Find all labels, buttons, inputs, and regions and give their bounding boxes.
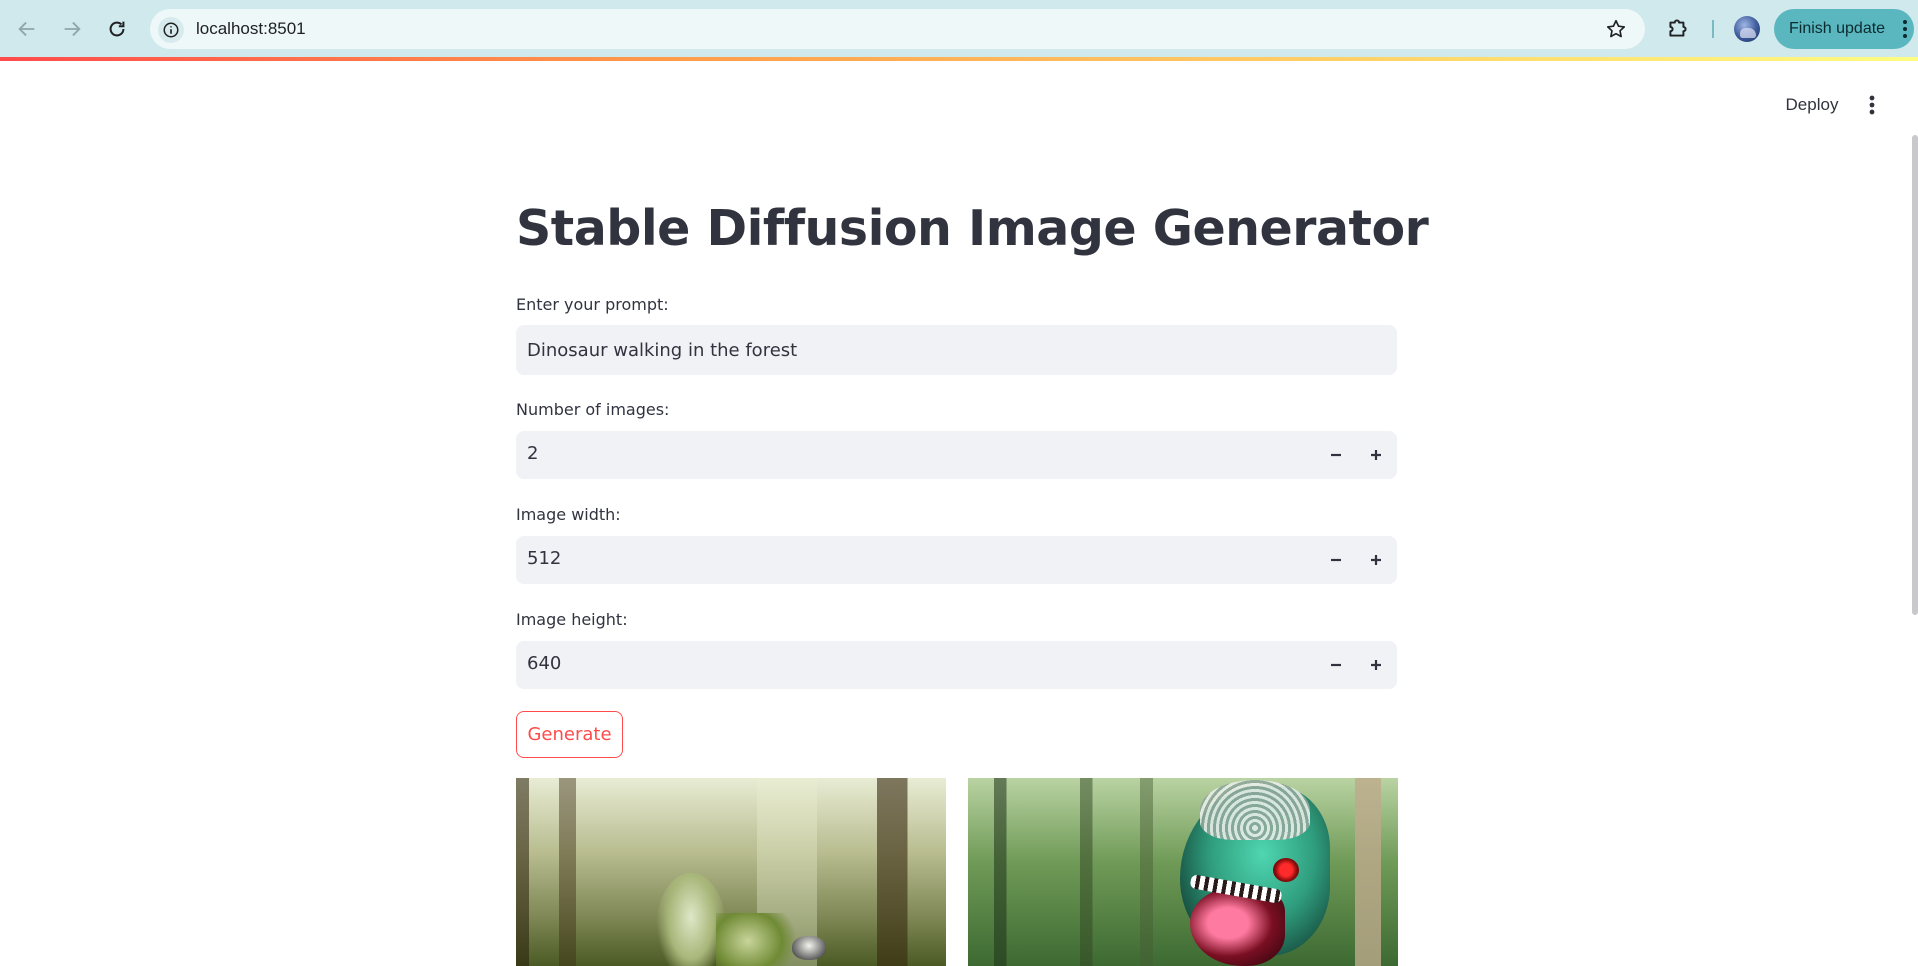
- plus-icon: [1371, 660, 1381, 670]
- prompt-input[interactable]: [516, 325, 1397, 375]
- site-info-button[interactable]: [158, 17, 184, 43]
- address-bar[interactable]: localhost:8501: [150, 9, 1645, 49]
- reload-button[interactable]: [100, 12, 134, 46]
- image-width-decrement-button[interactable]: [1320, 544, 1352, 576]
- num-images-increment-button[interactable]: [1360, 439, 1392, 471]
- image-height-decrement-button[interactable]: [1320, 649, 1352, 681]
- num-images-label: Number of images:: [516, 400, 670, 419]
- forward-button[interactable]: [55, 12, 89, 46]
- deploy-button[interactable]: Deploy: [1778, 90, 1846, 120]
- profile-avatar[interactable]: [1734, 16, 1760, 42]
- bookmark-button[interactable]: [1605, 18, 1627, 44]
- num-images-input[interactable]: 2: [516, 431, 1397, 479]
- image-rock: [792, 936, 826, 960]
- generate-button[interactable]: Generate: [516, 711, 623, 758]
- plus-icon: [1371, 555, 1381, 565]
- image-dinosaur-eye: [1273, 858, 1299, 882]
- back-button[interactable]: [10, 12, 44, 46]
- image-width-input[interactable]: 512: [516, 536, 1397, 584]
- finish-update-label: Finish update: [1789, 20, 1886, 37]
- page-title: Stable Diffusion Image Generator: [516, 200, 1429, 257]
- num-images-value[interactable]: 2: [527, 443, 538, 464]
- minus-icon: [1331, 558, 1341, 562]
- image-foliage: [716, 913, 796, 966]
- plus-icon: [1371, 450, 1381, 460]
- image-width-increment-button[interactable]: [1360, 544, 1392, 576]
- puzzle-icon: [1669, 19, 1687, 37]
- image-dinosaur-crest: [1200, 780, 1310, 840]
- image-height-increment-button[interactable]: [1360, 649, 1392, 681]
- minus-icon: [1331, 453, 1341, 457]
- minus-icon: [1331, 663, 1341, 667]
- image-height-value[interactable]: 640: [527, 653, 561, 674]
- generated-image: [516, 778, 946, 966]
- generated-image: [968, 778, 1398, 966]
- finish-update-button[interactable]: Finish update: [1774, 9, 1914, 49]
- arrow-right-icon: [64, 21, 81, 37]
- num-images-decrement-button[interactable]: [1320, 439, 1352, 471]
- toolbar-divider: [1712, 20, 1714, 38]
- image-height-label: Image height:: [516, 610, 628, 629]
- browser-menu-icon[interactable]: [1902, 19, 1908, 43]
- url-text[interactable]: localhost:8501: [196, 19, 306, 39]
- image-width-label: Image width:: [516, 505, 621, 524]
- extensions-button[interactable]: [1665, 15, 1691, 45]
- image-height-input[interactable]: 640: [516, 641, 1397, 689]
- page-scrollbar[interactable]: [1912, 135, 1918, 615]
- image-width-value[interactable]: 512: [527, 548, 561, 569]
- browser-toolbar: localhost:8501 Finish update: [0, 0, 1918, 57]
- kebab-icon: [1869, 95, 1875, 115]
- reload-icon: [109, 21, 125, 37]
- prompt-label: Enter your prompt:: [516, 295, 669, 314]
- app-decoration-bar: [0, 57, 1918, 61]
- info-icon: [163, 22, 179, 38]
- app-menu-button[interactable]: [1862, 92, 1882, 118]
- star-icon: [1606, 19, 1626, 38]
- arrow-left-icon: [18, 21, 35, 37]
